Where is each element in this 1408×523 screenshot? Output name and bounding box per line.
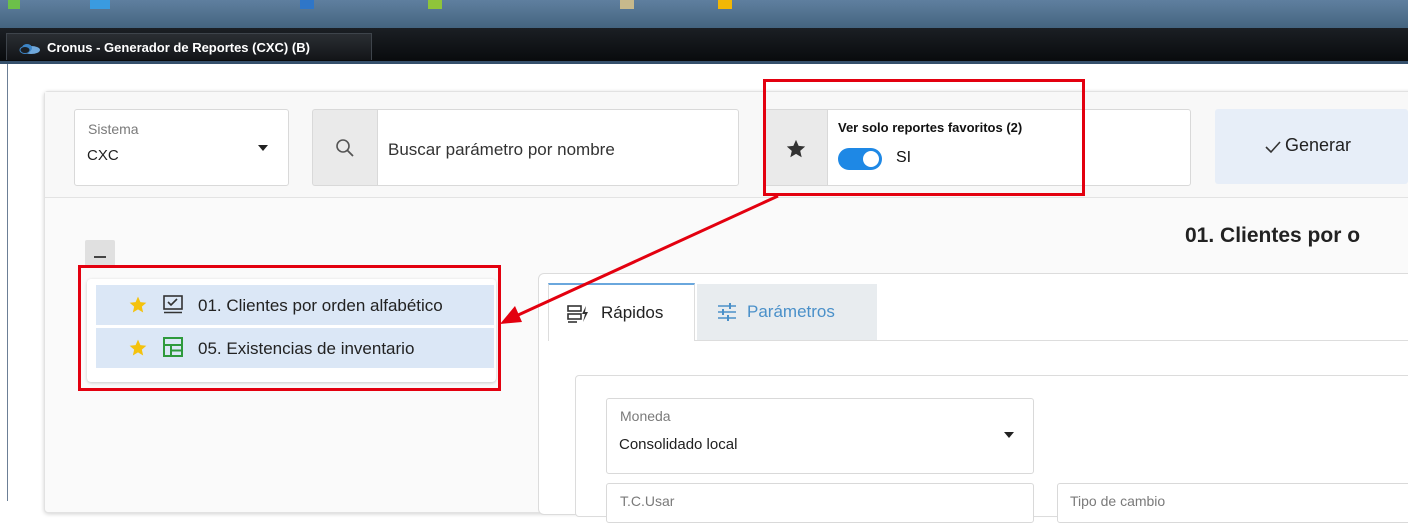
annotation-arrow (500, 194, 779, 324)
